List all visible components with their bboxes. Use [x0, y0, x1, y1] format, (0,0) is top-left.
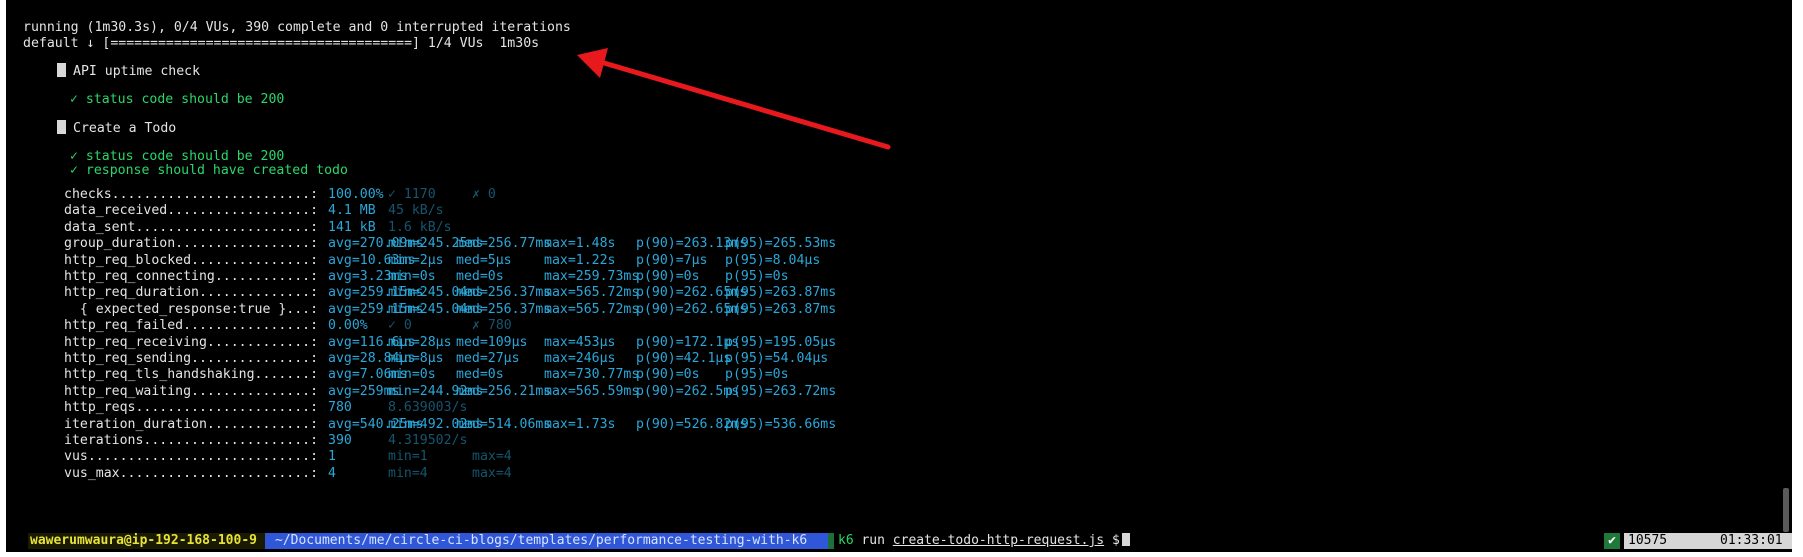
annotation-arrow-icon [577, 48, 891, 150]
